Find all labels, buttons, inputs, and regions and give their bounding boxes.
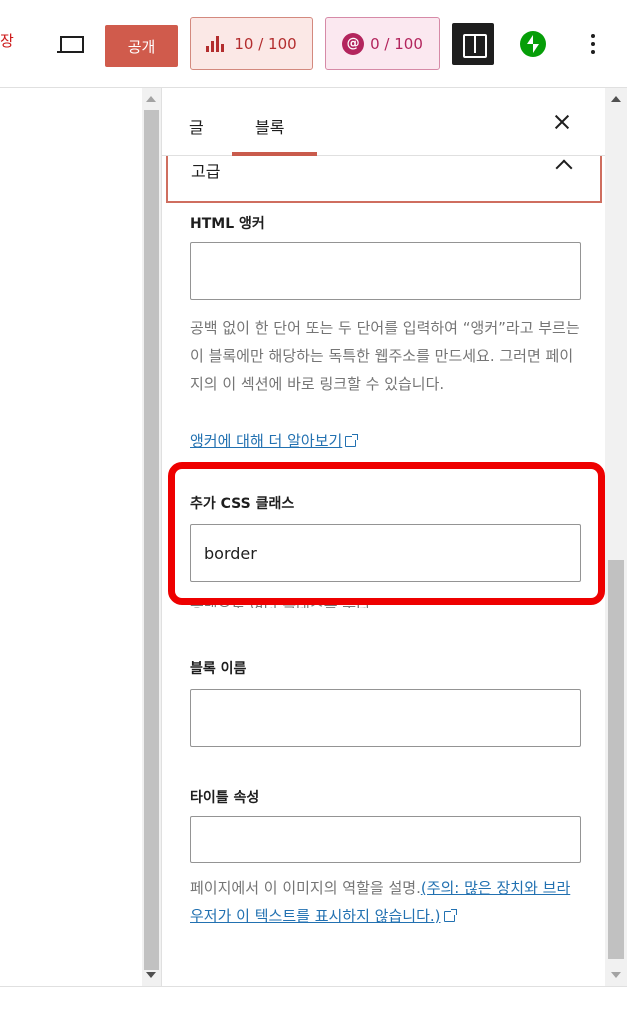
settings-panel-toggle-icon[interactable] [452, 23, 494, 65]
more-options-icon[interactable] [588, 30, 598, 58]
jetpack-icon[interactable] [520, 31, 546, 57]
title-attribute-label: 타이틀 속성 [190, 790, 260, 806]
publish-button[interactable]: 공개 [105, 25, 178, 67]
chevron-up-icon [555, 159, 573, 177]
scroll-down-icon[interactable] [611, 972, 621, 978]
canvas-scroll-thumb[interactable] [144, 110, 159, 970]
external-link-icon [345, 434, 359, 447]
html-anchor-input[interactable] [190, 242, 581, 300]
sidebar-scrollbar[interactable] [605, 88, 627, 986]
readability-score-button[interactable]: @ 0 / 100 [325, 17, 440, 70]
seo-analysis-icon [206, 35, 228, 52]
css-class-help: 공백으로 여러 클래스를 분리. [190, 597, 375, 608]
title-attribute-input[interactable] [190, 816, 581, 863]
device-preview-icon[interactable] [57, 33, 85, 57]
block-name-input[interactable] [190, 689, 581, 747]
advanced-panel-title: 고급 [191, 162, 221, 181]
readability-icon: @ [342, 32, 365, 55]
title-attribute-help: 페이지에서 이 이미지의 역할을 설명.(주의: 많은 장치와 브라우저가 이 … [190, 874, 582, 930]
scroll-down-icon[interactable] [146, 972, 156, 978]
html-anchor-link-row: 앵커에 대해 더 알아보기 [190, 427, 582, 455]
settings-sidebar: 글 블록 고급 HTML 앵커 공백 없이 한 단어 또는 두 단어를 입력하여… [161, 88, 605, 986]
save-draft-button-partial[interactable]: 장 [0, 30, 14, 51]
block-name-label: 블록 이름 [190, 661, 247, 677]
scroll-up-icon[interactable] [611, 96, 621, 102]
html-anchor-label: HTML 앵커 [190, 216, 265, 232]
anchor-learn-more-link[interactable]: 앵커에 대해 더 알아보기 [190, 432, 342, 450]
readability-score-value: 0 / 100 [370, 34, 423, 53]
seo-score-button[interactable]: 10 / 100 [190, 17, 313, 70]
tab-block[interactable]: 블록 [255, 114, 284, 138]
title-attribute-help-text: 페이지에서 이 이미지의 역할을 설명. [190, 879, 421, 897]
sidebar-scroll-thumb[interactable] [608, 560, 624, 959]
css-class-label: 추가 CSS 클래스 [190, 496, 295, 512]
seo-score-value: 10 / 100 [234, 34, 297, 53]
external-link-icon [443, 909, 457, 922]
canvas-scrollbar[interactable] [142, 88, 161, 986]
html-anchor-help: 공백 없이 한 단어 또는 두 단어를 입력하여 “앵커”라고 부르는 이 블록… [190, 319, 580, 393]
close-icon[interactable] [554, 114, 570, 130]
editor-toolbar: 장 공개 10 / 100 @ 0 / 100 [0, 0, 627, 88]
advanced-panel-toggle[interactable]: 고급 [166, 156, 602, 203]
css-class-input[interactable] [190, 524, 581, 582]
tab-post[interactable]: 글 [189, 114, 204, 138]
bottom-edge [0, 986, 627, 1024]
scroll-up-icon[interactable] [146, 96, 156, 102]
sidebar-tabs: 글 블록 [162, 88, 605, 156]
